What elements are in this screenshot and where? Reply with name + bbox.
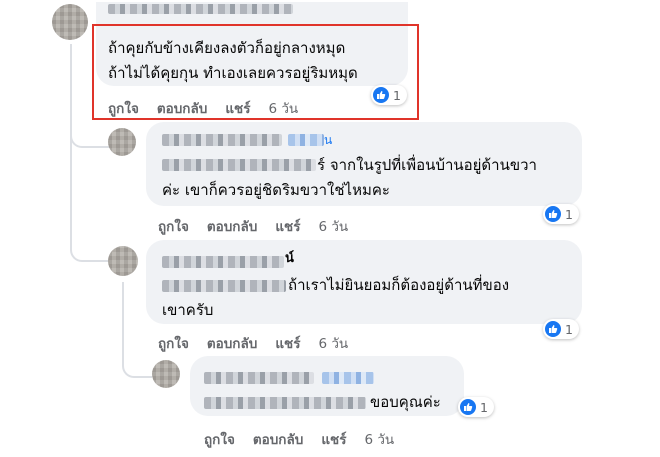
thread-line [122, 282, 124, 342]
comment-actions: ถูกใจ ตอบกลับ แชร์ 6 วัน [158, 215, 348, 237]
thread-connector [70, 214, 114, 262]
mention-name[interactable] [162, 159, 316, 171]
like-button[interactable]: ถูกใจ [204, 428, 235, 450]
avatar[interactable] [152, 360, 180, 388]
share-button[interactable]: แชร์ [321, 428, 346, 450]
share-button[interactable]: แชร์ [275, 215, 300, 237]
reply-button[interactable]: ตอบกลับ [253, 428, 303, 450]
like-button[interactable]: ถูกใจ [158, 215, 189, 237]
reply-button[interactable]: ตอบกลับ [207, 215, 257, 237]
reply-button[interactable]: ตอบกลับ [207, 332, 257, 354]
timestamp[interactable]: 6 วัน [318, 215, 348, 237]
comment-text: เขาครับ [162, 301, 214, 319]
reaction-number: 1 [565, 321, 573, 337]
commenter-name[interactable] [162, 256, 284, 268]
comment-actions: ถูกใจ ตอบกลับ แชร์ 6 วัน [158, 332, 348, 354]
share-button[interactable]: แชร์ [275, 332, 300, 354]
comment-text: ขอบคุณค่ะ [370, 393, 441, 411]
avatar[interactable] [108, 246, 138, 276]
highlight-box [92, 24, 419, 120]
timestamp[interactable]: 6 วัน [318, 332, 348, 354]
reaction-number: 1 [480, 399, 488, 415]
reaction-count[interactable]: 1 [458, 397, 494, 417]
comment-text: ร์ จากในรูปที่เพื่อนบ้านอยู่ด้านขวา [317, 156, 537, 174]
mention-name[interactable] [162, 280, 286, 292]
commenter-name[interactable] [108, 4, 293, 14]
reaction-count[interactable]: 1 [543, 319, 579, 339]
commenter-name[interactable] [162, 134, 282, 146]
thread-connector [122, 342, 152, 378]
like-thumb-icon [545, 321, 561, 337]
like-thumb-icon [460, 399, 476, 415]
reaction-count[interactable]: 1 [543, 204, 579, 224]
commenter-name[interactable] [204, 372, 314, 384]
commenter-name-suffix: น์ [285, 251, 294, 266]
mention-name[interactable] [204, 397, 366, 409]
like-thumb-icon [545, 206, 561, 222]
comment-actions: ถูกใจ ตอบกลับ แชร์ 6 วัน [204, 428, 394, 450]
commenter-name-suffix: น [324, 133, 333, 147]
avatar[interactable] [52, 4, 88, 40]
commenter-name-link[interactable] [322, 372, 374, 384]
avatar[interactable] [108, 128, 136, 156]
reaction-number: 1 [565, 206, 573, 222]
comment-text: ค่ะ เขาก็ควรอยู่ชิดริมขวาใช่ไหมคะ [162, 181, 390, 199]
commenter-name-link[interactable] [288, 134, 324, 146]
timestamp[interactable]: 6 วัน [364, 428, 394, 450]
like-button[interactable]: ถูกใจ [158, 332, 189, 354]
comment-text: ถ้าเราไม่ยินยอมก็ต้องอยู่ด้านที่ของ [288, 276, 510, 294]
